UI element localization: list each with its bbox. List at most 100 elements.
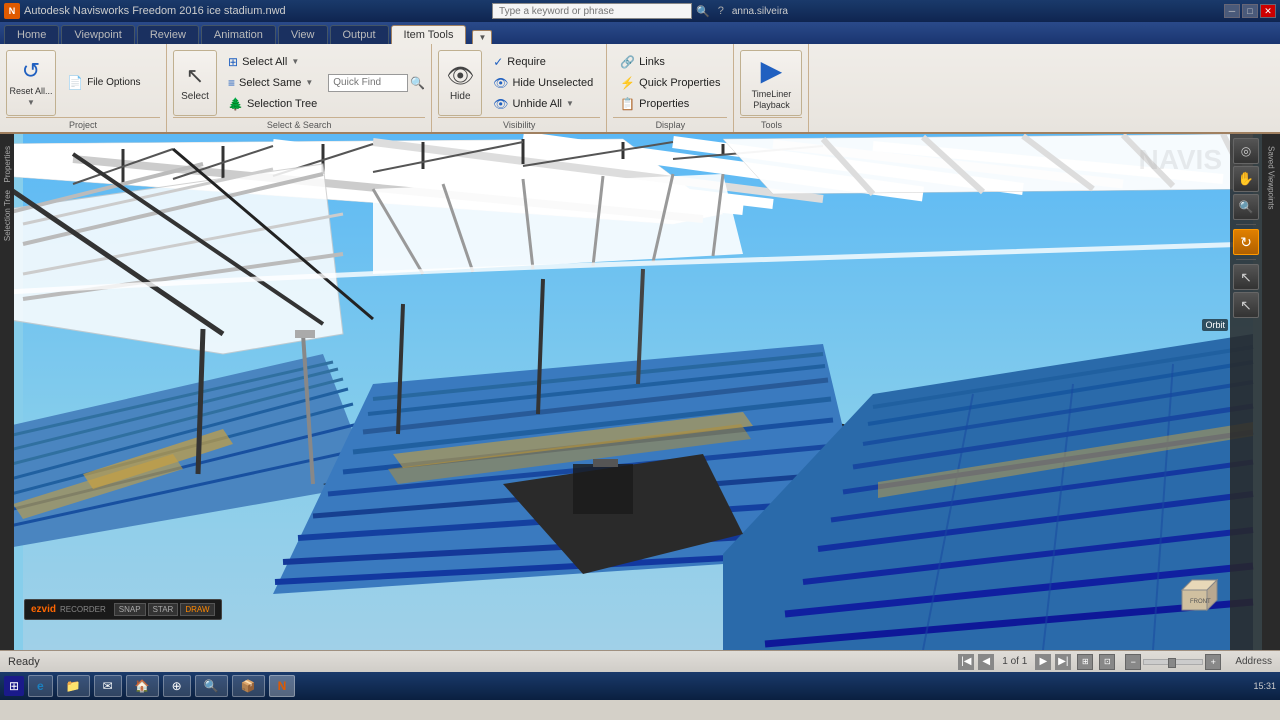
taskbar: ⊞ e 📁 ✉ 🏠 ⊕ 🔍 📦 N 15:31 <box>0 672 1280 700</box>
zoom-out-button[interactable]: − <box>1125 654 1141 670</box>
right-toolbar: ◎ ✋ 🔍 ↻ ↖ ↗ <box>1230 134 1262 650</box>
taskbar-ie[interactable]: e <box>28 675 53 697</box>
zoom-slider[interactable] <box>1143 659 1203 665</box>
stadium-svg <box>14 134 1262 650</box>
toolbar-sep2 <box>1236 259 1256 260</box>
taskbar-explorer[interactable]: 📁 <box>57 675 90 697</box>
page-info: 1 of 1 <box>998 656 1031 667</box>
taskbar-search[interactable]: 🔍 <box>195 675 228 697</box>
ezvid-snap-button[interactable]: SNAP <box>114 603 146 616</box>
nav-cube[interactable]: FRONT <box>1172 570 1222 620</box>
user-name: anna.silveira <box>732 6 788 17</box>
app-title: Autodesk Navisworks Freedom 2016 ice sta… <box>24 5 286 17</box>
svg-text:FRONT: FRONT <box>1190 599 1211 605</box>
left-panel-properties[interactable]: Properties <box>3 144 12 184</box>
status-text: Ready <box>8 656 40 668</box>
tab-viewpoint[interactable]: Viewpoint <box>61 25 135 44</box>
restore-button[interactable]: □ <box>1242 4 1258 18</box>
taskbar-chrome[interactable]: ⊕ <box>163 675 191 697</box>
search-icon[interactable]: 🔍 <box>696 5 710 18</box>
camera-button[interactable]: ◎ <box>1233 138 1259 164</box>
zoom-in-button[interactable]: + <box>1205 654 1221 670</box>
ribbon-group-select: ↖ Select ⊞ Select All ▼ ≡ Select Same ▼ <box>167 44 432 132</box>
ezvid-sub: RECORDER <box>60 605 106 614</box>
unhide-all-button[interactable]: 👁 Unhide All ▼ <box>486 94 600 114</box>
taskbar-navisworks[interactable]: N <box>269 675 296 697</box>
links-button[interactable]: 🔗 Links <box>613 52 727 72</box>
select-all-button[interactable]: ⊞ Select All ▼ <box>221 52 324 72</box>
ribbon-group-tools: ▶ TimeLiner Playback Tools <box>734 44 809 132</box>
select-tool-button2[interactable]: ↗ <box>1233 292 1259 318</box>
tab-view[interactable]: View <box>278 25 328 44</box>
taskbar-nav-home[interactable]: 🏠 <box>126 675 159 697</box>
tab-item-tools[interactable]: Item Tools <box>391 25 467 44</box>
display-group-label: Display <box>613 117 727 130</box>
fit-to-window-button[interactable]: ⊡ <box>1099 654 1115 670</box>
quick-find-search-icon[interactable]: 🔍 <box>410 76 425 90</box>
quick-properties-button[interactable]: ⚡ Quick Properties <box>613 73 727 93</box>
reset-all-button[interactable]: ↺ Reset All... ▼ <box>6 50 56 116</box>
tools-group-label: Tools <box>740 117 802 130</box>
search-input[interactable] <box>492 3 692 19</box>
taskbar-clock: 15:31 <box>1253 681 1276 691</box>
app-icon: N <box>4 3 20 19</box>
tab-animation[interactable]: Animation <box>201 25 276 44</box>
page-last-button[interactable]: ▶| <box>1055 654 1071 670</box>
tab-review[interactable]: Review <box>137 25 199 44</box>
ezvid-overlay: ezvid RECORDER SNAP STAR DRAW <box>24 599 222 620</box>
pan-button[interactable]: ✋ <box>1233 166 1259 192</box>
properties-button[interactable]: 📋 Properties <box>613 94 727 114</box>
timeliner-playback-button[interactable]: ▶ TimeLiner Playback <box>740 50 802 116</box>
ribbon-group-display: 🔗 Links ⚡ Quick Properties 📋 Properties … <box>607 44 734 132</box>
require-button[interactable]: ✓ Require <box>486 52 600 72</box>
left-panel-selection-tree[interactable]: Selection Tree <box>3 188 12 243</box>
taskbar-outlook[interactable]: ✉ <box>94 675 122 697</box>
right-panel: Saved Viewpoints <box>1262 134 1280 650</box>
select-tool-button[interactable]: ↖ <box>1233 264 1259 290</box>
tab-output[interactable]: Output <box>330 25 389 44</box>
page-prev-button[interactable]: ◀ <box>978 654 994 670</box>
page-next-button[interactable]: ▶ <box>1035 654 1051 670</box>
zoom-button[interactable]: 🔍 <box>1233 194 1259 220</box>
tab-home[interactable]: Home <box>4 25 59 44</box>
ribbon-group-project: ↺ Reset All... ▼ 📄 File Options Project <box>0 44 167 132</box>
address-label: Address <box>1235 656 1272 667</box>
project-group-label: Project <box>6 117 160 130</box>
more-tabs-button[interactable]: ▼ <box>472 30 492 44</box>
left-panel: Properties Selection Tree <box>0 134 14 650</box>
select-search-group-label: Select & Search <box>173 117 425 130</box>
ribbon: ↺ Reset All... ▼ 📄 File Options Project … <box>0 44 1280 134</box>
close-button[interactable]: ✕ <box>1260 4 1276 18</box>
select-same-button[interactable]: ≡ Select Same ▼ <box>221 73 324 93</box>
page-first-button[interactable]: |◀ <box>958 654 974 670</box>
quick-find-container: 🔍 <box>328 74 425 92</box>
ezvid-logo: ezvid <box>31 604 56 615</box>
zoom-controls: − + <box>1125 654 1221 670</box>
ezvid-star-button[interactable]: STAR <box>148 603 179 616</box>
title-bar: N Autodesk Navisworks Freedom 2016 ice s… <box>0 0 1280 22</box>
quick-find-input[interactable] <box>328 74 408 92</box>
hide-button[interactable]: 👁 Hide <box>438 50 482 116</box>
ezvid-draw-button[interactable]: DRAW <box>180 603 214 616</box>
visibility-group-label: Visibility <box>438 117 600 130</box>
help-icon[interactable]: ? <box>718 5 724 17</box>
file-options-button[interactable]: 📄 File Options <box>60 73 160 93</box>
taskbar-right: 15:31 <box>1253 681 1276 691</box>
tab-strip: Home Viewpoint Review Animation View Out… <box>0 22 1280 44</box>
viewport[interactable]: NAVIS ◎ ✋ 🔍 ↻ ↖ ↗ Orbit <box>14 134 1262 650</box>
orbit-button[interactable]: ↻ <box>1233 229 1259 255</box>
selection-tree-button[interactable]: 🌲 Selection Tree <box>221 94 324 114</box>
main-area: Properties Selection Tree <box>0 134 1280 650</box>
select-button[interactable]: ↖ Select <box>173 50 217 116</box>
status-bar: Ready |◀ ◀ 1 of 1 ▶ ▶| ⊞ ⊡ − + Address <box>0 650 1280 672</box>
page-options-button[interactable]: ⊞ <box>1077 654 1093 670</box>
toolbar-sep <box>1236 224 1256 225</box>
page-controls: |◀ ◀ 1 of 1 ▶ ▶| <box>958 654 1071 670</box>
taskbar-misc1[interactable]: 📦 <box>232 675 265 697</box>
hide-unselected-button[interactable]: 👁 Hide Unselected <box>486 73 600 93</box>
minimize-button[interactable]: ─ <box>1224 4 1240 18</box>
orbit-tooltip: Orbit <box>1202 319 1228 331</box>
navis-watermark: NAVIS <box>1139 144 1223 176</box>
windows-start-button[interactable]: ⊞ <box>4 676 24 696</box>
right-panel-saved-viewpoints[interactable]: Saved Viewpoints <box>1267 144 1276 211</box>
